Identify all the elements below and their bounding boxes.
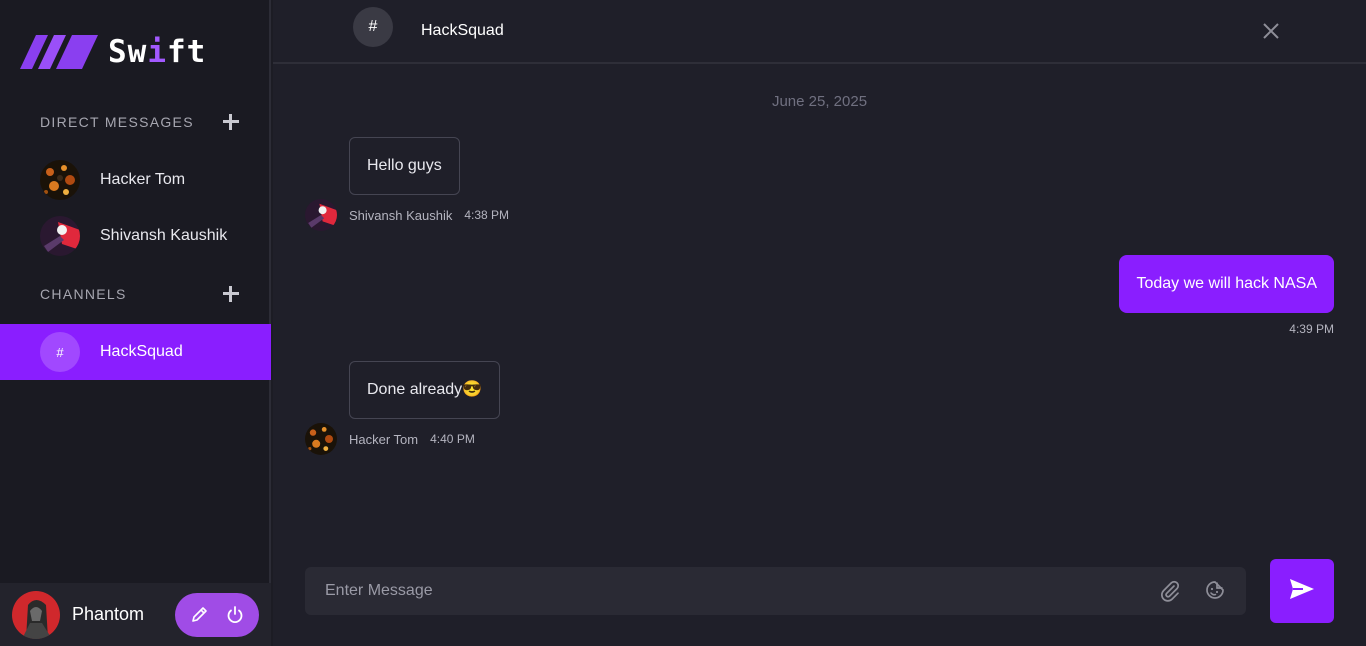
message-time: 4:40 PM bbox=[430, 432, 475, 446]
message-bubble: Done already😎 bbox=[349, 361, 501, 419]
message-time: 4:38 PM bbox=[464, 208, 510, 222]
message-input[interactable] bbox=[305, 567, 1145, 615]
paperclip-icon[interactable] bbox=[1158, 579, 1182, 603]
channel-hash-icon: # bbox=[353, 7, 393, 47]
current-user-name: Phantom bbox=[72, 604, 145, 624]
app-window: Swift DIRECT MESSAGES Hacker Tom Shivans… bbox=[0, 0, 1366, 646]
message-sender: Shivansh Kaushik bbox=[349, 207, 453, 223]
add-channel-plus-icon[interactable] bbox=[222, 285, 240, 303]
shivansh-avatar bbox=[40, 216, 80, 256]
phantom-avatar[interactable] bbox=[12, 590, 60, 639]
send-icon bbox=[1289, 578, 1315, 605]
message-bubble: Hello guys bbox=[349, 137, 460, 195]
date-divider: June 25, 2025 bbox=[771, 93, 868, 110]
shivansh-avatar bbox=[305, 199, 337, 231]
dm-name: Shivansh Kaushik bbox=[100, 227, 228, 244]
current-user-bar: Phantom bbox=[0, 583, 271, 646]
send-button[interactable] bbox=[1270, 559, 1334, 623]
channels-header: CHANNELS bbox=[40, 284, 240, 304]
logo-stripes-icon bbox=[20, 35, 98, 69]
channel-hash-icon: # bbox=[40, 332, 80, 372]
message-composer bbox=[305, 567, 1246, 615]
chat-header: # HackSquad bbox=[273, 0, 1366, 64]
chat-panel: # HackSquad June 25, 2025 Hello guys Shi… bbox=[273, 0, 1366, 646]
message-time: 4:39 PM bbox=[1289, 322, 1334, 336]
sidebar: Swift DIRECT MESSAGES Hacker Tom Shivans… bbox=[0, 0, 271, 646]
direct-messages-header: DIRECT MESSAGES bbox=[40, 112, 240, 132]
message-meta: Shivansh Kaushik 4:38 PM bbox=[305, 199, 509, 231]
emoji-icon[interactable] bbox=[1203, 578, 1227, 602]
hacker-tom-avatar bbox=[40, 160, 80, 200]
message-bubble-outgoing: Today we will hack NASA bbox=[1119, 255, 1334, 313]
channels-title: CHANNELS bbox=[40, 286, 127, 302]
dm-item-shivansh-kaushik[interactable]: Shivansh Kaushik bbox=[0, 208, 271, 264]
logo-text: Swift bbox=[108, 34, 207, 70]
close-icon[interactable] bbox=[1261, 21, 1281, 41]
power-icon[interactable] bbox=[223, 603, 247, 627]
channel-item-hacksquad[interactable]: # HackSquad bbox=[0, 324, 271, 380]
message-sender: Hacker Tom bbox=[349, 431, 419, 447]
chat-title: HackSquad bbox=[421, 22, 504, 39]
hacker-tom-avatar bbox=[305, 423, 337, 455]
dm-item-hacker-tom[interactable]: Hacker Tom bbox=[0, 152, 271, 208]
pencil-icon[interactable] bbox=[187, 603, 211, 627]
user-actions-pill bbox=[175, 593, 259, 637]
logo: Swift bbox=[20, 34, 206, 70]
direct-messages-title: DIRECT MESSAGES bbox=[40, 114, 194, 130]
dm-name: Hacker Tom bbox=[100, 171, 186, 188]
channel-name: HackSquad bbox=[100, 343, 183, 360]
message-meta: Hacker Tom 4:40 PM bbox=[305, 423, 475, 455]
add-dm-plus-icon[interactable] bbox=[222, 113, 240, 131]
